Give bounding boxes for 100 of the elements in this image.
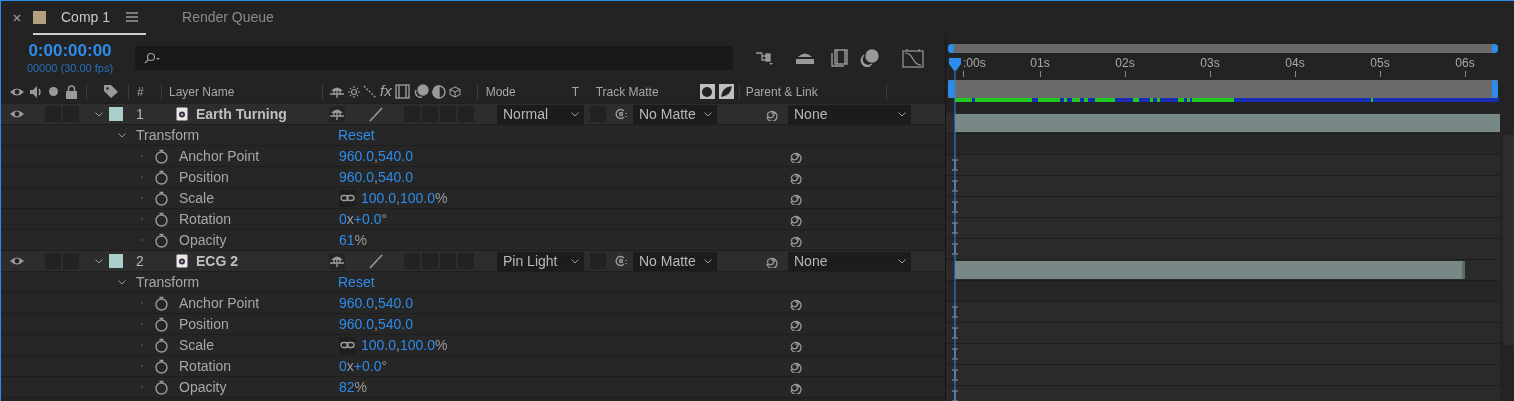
shy-icon bbox=[329, 107, 345, 121]
stopwatch-icon[interactable] bbox=[154, 232, 169, 248]
stopwatch-icon[interactable] bbox=[154, 190, 169, 206]
keyframe-marker-icon bbox=[952, 327, 958, 339]
property-name: Opacity bbox=[179, 230, 228, 250]
time-ruler-label: 02s bbox=[1115, 55, 1135, 71]
link-icon bbox=[340, 340, 355, 350]
visibility-toggle[interactable] bbox=[9, 255, 25, 267]
caret-icon bbox=[703, 109, 713, 119]
caret-icon bbox=[570, 109, 580, 119]
keyframe-marker-icon bbox=[952, 201, 958, 213]
eye-icon bbox=[9, 255, 25, 267]
column-header: Mode bbox=[485, 83, 517, 101]
caret-icon bbox=[703, 256, 713, 266]
menu-icon bbox=[126, 12, 139, 22]
label-swatch[interactable] bbox=[109, 254, 123, 268]
property-name: Opacity bbox=[179, 377, 228, 397]
property-value[interactable]: 960.0,540.0 bbox=[339, 292, 413, 314]
expand-toggle[interactable] bbox=[94, 109, 104, 119]
column-header: # bbox=[137, 83, 145, 101]
graph-editor-icon[interactable] bbox=[902, 47, 924, 68]
stopwatch-icon[interactable] bbox=[154, 379, 169, 395]
stopwatch-icon[interactable] bbox=[154, 148, 169, 164]
frame-info: 00000 (30.00 fps) bbox=[26, 60, 114, 75]
panel-tab[interactable]: Render Queue bbox=[182, 1, 274, 35]
stopwatch-icon[interactable] bbox=[154, 211, 169, 227]
layer-number: 2 bbox=[136, 251, 145, 271]
reset-link[interactable]: Reset bbox=[338, 124, 375, 146]
property-value[interactable]: 960.0,540.0 bbox=[339, 145, 413, 167]
motion-blur-icon[interactable] bbox=[860, 48, 880, 67]
label-swatch[interactable] bbox=[109, 107, 123, 121]
property-value[interactable]: 82% bbox=[339, 376, 368, 398]
parent-dropdown[interactable]: None bbox=[788, 251, 911, 271]
group-name: Transform bbox=[136, 272, 201, 292]
column-header[interactable]: Layer Name bbox=[169, 82, 322, 101]
keyframe-marker-icon bbox=[952, 306, 958, 318]
property-name: Scale bbox=[179, 335, 216, 355]
layer-name[interactable]: ECG 2 bbox=[196, 250, 329, 272]
keyframe-marker-icon bbox=[952, 222, 958, 234]
link-icon bbox=[340, 193, 355, 203]
property-name: Rotation bbox=[179, 356, 233, 376]
alpha-matte-icon bbox=[699, 84, 715, 99]
comp-swatch bbox=[33, 10, 46, 24]
reset-link[interactable]: Reset bbox=[338, 271, 375, 293]
property-name: Rotation bbox=[179, 209, 233, 229]
quality-icon bbox=[363, 84, 377, 99]
keyframe-marker-icon bbox=[952, 180, 958, 192]
speaker-icon bbox=[29, 84, 43, 99]
stopwatch-icon[interactable] bbox=[154, 169, 169, 185]
solo-icon bbox=[49, 87, 58, 96]
property-name: Position bbox=[179, 167, 230, 187]
feather-icon bbox=[718, 84, 734, 99]
expand-toggle[interactable] bbox=[117, 277, 127, 287]
property-value[interactable]: 100.0,100.0% bbox=[361, 187, 448, 209]
panel-tab[interactable]: Comp 1 bbox=[33, 1, 147, 35]
close-icon[interactable] bbox=[13, 14, 21, 22]
quality-icon bbox=[368, 106, 384, 122]
property-value[interactable]: 100.0,100.0% bbox=[361, 334, 448, 356]
stopwatch-icon[interactable] bbox=[154, 295, 169, 311]
constrain-toggle[interactable] bbox=[339, 336, 356, 354]
stopwatch-icon[interactable] bbox=[154, 358, 169, 374]
property-value[interactable]: 0x+0.0° bbox=[339, 208, 388, 230]
track-matte-dropdown[interactable]: No Matte bbox=[633, 104, 717, 124]
time-ruler-label: 03s bbox=[1200, 55, 1220, 71]
filmstrip-icon[interactable] bbox=[831, 48, 849, 67]
current-time[interactable]: 0:00:00:00 bbox=[28, 40, 112, 61]
layer-name[interactable]: Earth Turning bbox=[196, 103, 329, 125]
expand-toggle[interactable] bbox=[117, 130, 127, 140]
time-ruler-label: 06s bbox=[1455, 55, 1475, 71]
visibility-toggle[interactable] bbox=[9, 108, 25, 120]
expand-toggle[interactable] bbox=[94, 256, 104, 266]
keyframe-marker-icon bbox=[952, 390, 958, 401]
quality-icon bbox=[368, 253, 384, 269]
property-value[interactable]: 61% bbox=[339, 229, 368, 251]
property-name: Position bbox=[179, 314, 230, 334]
track-matte-dropdown[interactable]: No Matte bbox=[633, 251, 717, 271]
property-value[interactable]: 0x+0.0° bbox=[339, 355, 388, 377]
property-value[interactable]: 960.0,540.0 bbox=[339, 313, 413, 335]
blend-mode-dropdown[interactable]: Normal bbox=[497, 104, 584, 124]
parent-dropdown[interactable]: None bbox=[788, 104, 911, 124]
track-matte-icon bbox=[614, 107, 628, 121]
property-value[interactable]: 960.0,540.0 bbox=[339, 166, 413, 188]
flowchart-icon[interactable] bbox=[755, 49, 775, 66]
search-icon bbox=[143, 51, 161, 64]
footage-icon bbox=[176, 254, 188, 268]
motion-blur-icon bbox=[412, 84, 429, 99]
shy-icon bbox=[329, 254, 345, 268]
blend-mode-dropdown[interactable]: Pin Light bbox=[497, 251, 584, 271]
playhead-icon[interactable] bbox=[948, 58, 962, 401]
caret-icon bbox=[897, 256, 907, 266]
stopwatch-icon[interactable] bbox=[154, 316, 169, 332]
property-name: Anchor Point bbox=[179, 146, 261, 166]
keyframe-marker-icon bbox=[952, 348, 958, 360]
lock-icon bbox=[65, 84, 78, 99]
property-name: Scale bbox=[179, 188, 216, 208]
caret-icon bbox=[897, 109, 907, 119]
stopwatch-icon[interactable] bbox=[154, 337, 169, 353]
search-field[interactable] bbox=[135, 45, 733, 70]
constrain-toggle[interactable] bbox=[339, 189, 356, 207]
time-ruler-label: 05s bbox=[1370, 55, 1390, 71]
